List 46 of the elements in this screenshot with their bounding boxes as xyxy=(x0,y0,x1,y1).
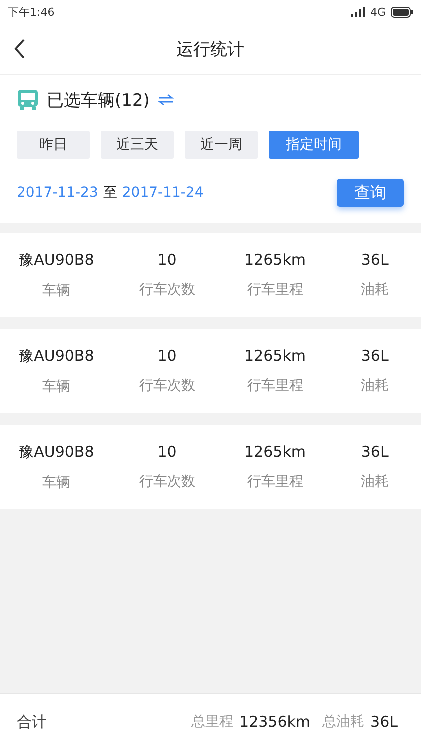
stat-value: 10 xyxy=(158,443,177,461)
range-tab[interactable]: 近一周 xyxy=(185,131,258,159)
stat-label: 行车次数 xyxy=(139,473,196,491)
stat-value: 36L xyxy=(361,443,389,461)
network-type: 4G xyxy=(370,6,386,18)
range-tab[interactable]: 近三天 xyxy=(101,131,174,159)
stat-label: 行车里程 xyxy=(247,377,304,395)
stat-value: 豫AU90B8 xyxy=(19,442,94,462)
stat-label: 行车次数 xyxy=(139,281,196,299)
stat-label: 车辆 xyxy=(42,282,71,300)
battery-icon xyxy=(391,6,413,18)
end-date[interactable]: 2017-11-24 xyxy=(122,185,204,201)
stat-label: 油耗 xyxy=(361,473,390,491)
total-title: 合计 xyxy=(17,712,47,732)
start-date[interactable]: 2017-11-23 xyxy=(17,185,98,201)
stat-value: 10 xyxy=(158,251,177,269)
stat-label: 油耗 xyxy=(361,281,390,299)
selected-vehicles-label: 已选车辆(12) xyxy=(47,90,150,112)
stat-label: 行车里程 xyxy=(247,281,304,299)
stat-label: 行车次数 xyxy=(139,377,196,395)
stat-label: 行车里程 xyxy=(247,473,304,491)
stat-value: 豫AU90B8 xyxy=(19,250,94,270)
total-label: 总油耗 xyxy=(322,713,365,731)
back-icon[interactable] xyxy=(14,39,26,59)
page-title: 运行统计 xyxy=(176,38,244,60)
date-separator: 至 xyxy=(103,184,118,202)
stat-value: 1265km xyxy=(244,251,306,269)
range-tab[interactable]: 昨日 xyxy=(17,131,90,159)
status-time: 下午1:46 xyxy=(8,4,55,20)
stat-value: 1265km xyxy=(244,347,306,365)
total-label: 总里程 xyxy=(192,713,234,731)
stat-value: 1265km xyxy=(244,443,306,461)
bus-icon xyxy=(17,89,39,111)
stat-value: 36L xyxy=(361,251,389,269)
range-tab[interactable]: 指定时间 xyxy=(269,131,359,159)
stat-value: 10 xyxy=(158,347,177,365)
stat-value: 豫AU90B8 xyxy=(19,346,94,366)
stat-label: 车辆 xyxy=(42,378,71,396)
stat-label: 油耗 xyxy=(361,377,390,395)
swap-icon[interactable] xyxy=(158,94,174,106)
total-value: 12356km xyxy=(240,713,311,731)
total-value: 36L xyxy=(370,713,398,731)
query-button[interactable]: 查询 xyxy=(337,179,404,207)
stat-label: 车辆 xyxy=(42,474,71,492)
stat-value: 36L xyxy=(361,347,389,365)
signal-icon xyxy=(351,7,366,17)
